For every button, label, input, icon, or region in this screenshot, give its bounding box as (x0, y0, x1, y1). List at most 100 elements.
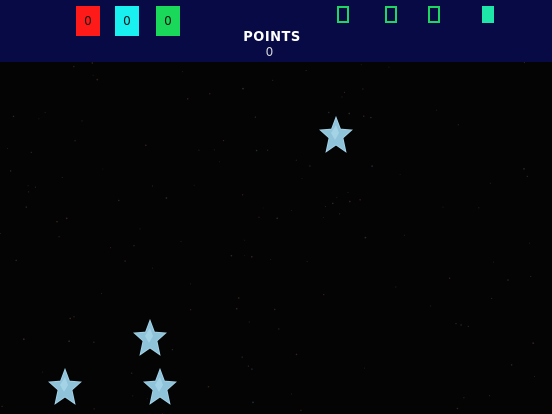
background-speck (491, 297, 493, 300)
star-icon[interactable] (143, 367, 177, 407)
background-speck (124, 260, 126, 262)
background-speck (242, 87, 244, 90)
background-speck (270, 258, 272, 260)
background-speck (219, 161, 220, 163)
background-speck (61, 177, 63, 178)
background-speck (69, 317, 72, 320)
background-speck (254, 116, 257, 118)
background-speck (44, 112, 46, 114)
background-speck (56, 220, 58, 223)
background-speck (42, 371, 44, 373)
background-speck (222, 140, 225, 142)
background-speck (241, 356, 243, 358)
background-speck (467, 325, 469, 328)
background-speck (295, 159, 297, 161)
background-speck (306, 261, 308, 263)
background-speck (152, 267, 153, 269)
background-speck (12, 115, 15, 118)
background-speck (255, 149, 258, 152)
background-speck (324, 206, 326, 208)
background-speck (399, 174, 401, 176)
background-speck (193, 184, 195, 186)
background-speck (272, 79, 274, 81)
background-speck (488, 395, 491, 397)
background-speck (93, 341, 95, 343)
background-speck (68, 340, 70, 343)
green-counter: 0 (156, 6, 180, 36)
background-speck (388, 66, 390, 68)
background-speck (118, 199, 120, 202)
background-speck (81, 120, 83, 122)
cyan-counter: 0 (115, 6, 139, 36)
background-speck (230, 254, 233, 257)
star-icon[interactable] (133, 318, 167, 358)
background-speck (252, 401, 254, 404)
background-speck (186, 98, 189, 100)
game-field (0, 62, 552, 414)
background-speck (478, 207, 480, 209)
background-speck (241, 194, 244, 196)
background-speck (291, 209, 292, 211)
background-speck (182, 71, 183, 73)
background-speck (460, 324, 462, 326)
background-speck (251, 368, 253, 370)
background-speck (360, 64, 362, 66)
background-speck (207, 385, 210, 388)
background-speck (74, 140, 76, 142)
background-speck (305, 69, 307, 72)
background-speck (92, 74, 94, 76)
background-speck (362, 115, 365, 118)
background-speck (38, 118, 40, 120)
background-speck (190, 283, 191, 285)
background-speck (300, 409, 302, 412)
slot-1 (337, 6, 349, 23)
background-speck (0, 232, 1, 235)
background-speck (457, 124, 459, 126)
background-speck (455, 322, 457, 325)
background-speck (273, 308, 276, 311)
background-speck (244, 254, 246, 256)
slot-4 (482, 6, 494, 23)
background-speck (213, 149, 215, 151)
background-speck (510, 364, 513, 366)
background-speck (1, 405, 3, 408)
background-speck (22, 338, 25, 341)
slot-2 (385, 6, 397, 23)
star-icon[interactable] (319, 115, 353, 155)
background-speck (131, 372, 133, 374)
background-speck (371, 165, 373, 167)
background-speck (91, 62, 94, 64)
background-speck (73, 65, 75, 68)
background-speck (336, 196, 338, 198)
background-speck (250, 255, 253, 258)
background-speck (27, 191, 30, 193)
background-speck (442, 206, 444, 208)
background-speck (58, 236, 60, 238)
background-speck (258, 216, 260, 218)
background-speck (363, 367, 366, 369)
background-speck (338, 213, 341, 215)
background-speck (530, 275, 532, 277)
background-speck (25, 206, 28, 208)
background-speck (209, 93, 211, 95)
background-speck (532, 342, 535, 344)
background-speck (9, 170, 12, 172)
background-speck (323, 293, 325, 296)
background-speck (403, 234, 405, 236)
background-speck (15, 259, 17, 262)
background-speck (145, 144, 147, 147)
slot-3 (428, 6, 440, 23)
background-speck (30, 151, 32, 154)
background-speck (237, 297, 240, 299)
points-value: 0 (265, 45, 274, 59)
background-speck (100, 292, 103, 295)
background-speck (430, 305, 432, 307)
star-icon[interactable] (48, 367, 82, 407)
background-speck (65, 217, 68, 220)
background-speck (6, 147, 8, 149)
background-speck (493, 261, 495, 263)
background-speck (151, 185, 153, 187)
background-speck (359, 199, 361, 201)
background-speck (276, 217, 279, 220)
background-speck (364, 236, 367, 239)
